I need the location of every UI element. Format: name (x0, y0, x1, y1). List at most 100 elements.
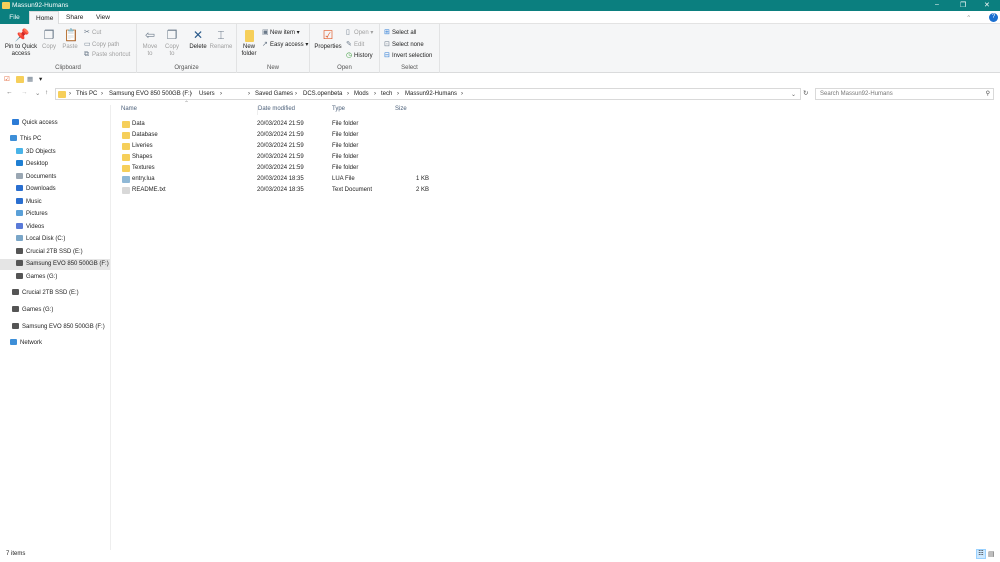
rename-button[interactable]: ⌶ Rename (209, 28, 233, 51)
nav-item-local-disk-c-[interactable]: Local Disk (C:) (16, 234, 65, 245)
rename-icon: ⌶ (217, 28, 225, 42)
nav-item-downloads[interactable]: Downloads (16, 184, 56, 195)
select-all-button[interactable]: ⊞ Select all (384, 28, 416, 36)
properties-qat-icon[interactable]: ☑ (4, 75, 10, 83)
nav-item-pictures[interactable]: Pictures (16, 209, 48, 220)
tab-file[interactable]: File (0, 11, 29, 24)
cut-button[interactable]: ✂ Cut (84, 28, 101, 36)
select-none-button[interactable]: ⊡ Select none (384, 40, 424, 48)
copy-button[interactable]: ❐ Copy (40, 28, 58, 51)
tab-home[interactable]: Home (29, 11, 59, 24)
copy-to-icon: ❐ (166, 28, 178, 42)
breadcrumb-drive[interactable]: Samsung EVO 850 500GB (F:) (109, 91, 192, 97)
file-name: Shapes (132, 154, 153, 160)
nav-icon (16, 160, 23, 167)
search-input[interactable]: Search Massun92-Humans ⚲ (815, 88, 994, 100)
file-date: 20/03/2024 21:59 (257, 132, 304, 138)
file-row[interactable]: entry.lua 20/03/2024 18:35 LUA File 1 KB (121, 174, 441, 185)
nav-item-quick-access[interactable]: Quick access (12, 118, 58, 129)
breadcrumb-users[interactable]: Users (199, 91, 215, 97)
nav-item-documents[interactable]: Documents (16, 172, 56, 183)
customize-qat-icon[interactable]: ▾ (39, 75, 42, 83)
nav-item-label: Pictures (26, 211, 48, 217)
nav-item-samsung-evo-850-500gb-f-[interactable]: Samsung EVO 850 500GB (F:) (12, 322, 105, 333)
breadcrumb-this-pc[interactable]: This PC (76, 91, 97, 97)
invert-selection-button[interactable]: ⊟ Invert selection (384, 51, 432, 59)
address-input[interactable]: › This PC › Samsung EVO 850 500GB (F:) ›… (55, 88, 801, 100)
history-button[interactable]: ◷ History (346, 51, 373, 59)
column-header-type[interactable]: Type (332, 106, 345, 115)
nav-icon (16, 148, 23, 155)
up-button[interactable]: ↑ (45, 89, 48, 96)
nav-item-music[interactable]: Music (16, 197, 42, 208)
nav-item-3d-objects[interactable]: 3D Objects (16, 147, 56, 158)
nav-item-samsung-evo-850-500gb-f-[interactable]: Samsung EVO 850 500GB (F:) (0, 259, 110, 270)
tab-share[interactable]: Share (60, 11, 89, 24)
nav-item-crucial-2tb-ssd-e-[interactable]: Crucial 2TB SSD (E:) (16, 247, 83, 258)
nav-item-crucial-2tb-ssd-e-[interactable]: Crucial 2TB SSD (E:) (12, 288, 79, 299)
nav-item-this-pc[interactable]: This PC (10, 134, 41, 145)
easy-access-button[interactable]: ↗ Easy access ▾ (262, 40, 308, 48)
file-row[interactable]: Data 20/03/2024 21:59 File folder (121, 119, 441, 130)
breadcrumb-mods[interactable]: Mods (354, 91, 369, 97)
nav-item-games-g-[interactable]: Games (G:) (12, 305, 53, 316)
open-button[interactable]: ▯ Open ▾ (346, 28, 373, 36)
search-icon: ⚲ (985, 91, 990, 97)
column-header-date[interactable]: Date modified (257, 106, 295, 115)
organize-group: ⇦ Move to ❐ Copy to ✕ Delete ⌶ Rename Organi… (137, 24, 237, 73)
maximize-button[interactable]: ❐ (960, 1, 966, 9)
forward-button[interactable]: → (21, 89, 28, 96)
details-view-button[interactable]: ☷ (976, 549, 986, 559)
delete-x-icon: ✕ (192, 28, 204, 42)
file-row[interactable]: Database 20/03/2024 21:59 File folder (121, 130, 441, 141)
file-row[interactable]: Liveries 20/03/2024 21:59 File folder (121, 141, 441, 152)
edit-button[interactable]: ✎ Edit (346, 40, 364, 48)
column-header-size[interactable]: Size (395, 106, 407, 115)
nav-item-desktop[interactable]: Desktop (16, 159, 48, 170)
column-header-name[interactable]: Name (121, 106, 137, 115)
file-date: 20/03/2024 21:59 (257, 165, 304, 171)
file-type: File folder (332, 165, 359, 171)
move-to-button[interactable]: ⇦ Move to (140, 28, 160, 58)
breadcrumb-current[interactable]: Massun92-Humans (405, 91, 457, 97)
new-folder-qat-icon[interactable] (16, 76, 24, 83)
address-dropdown-icon[interactable]: ⌄ (791, 91, 796, 98)
file-icon (122, 187, 130, 194)
edit-icon: ✎ (346, 41, 352, 48)
breadcrumb-saved-games[interactable]: Saved Games (255, 91, 293, 97)
collapse-ribbon-icon[interactable]: ⌃ (966, 14, 971, 22)
large-icons-view-button[interactable]: ▤ (988, 550, 995, 558)
nav-item-videos[interactable]: Videos (16, 222, 44, 233)
new-item-button[interactable]: ▣New item ▾ (262, 28, 300, 36)
refresh-button[interactable]: ↻ (803, 89, 808, 97)
pin-to-quick-access-button[interactable]: 📌 Pin to Quick access (2, 28, 40, 58)
delete-button[interactable]: ✕ Delete (187, 28, 209, 51)
back-button[interactable]: ← (6, 89, 13, 96)
nav-icon (12, 119, 19, 126)
minimize-button[interactable]: – (935, 1, 939, 8)
paste-button[interactable]: 📋 Paste (61, 28, 79, 51)
nav-icon (10, 135, 17, 142)
file-type: Text Document (332, 187, 373, 193)
folder-icon (122, 154, 130, 161)
help-icon[interactable]: ? (989, 13, 998, 22)
file-row[interactable]: Textures 20/03/2024 21:59 File folder (121, 163, 441, 174)
recycle-bin-qat-icon[interactable]: ▦ (27, 75, 33, 83)
scissors-icon: ✂ (84, 29, 90, 36)
breadcrumb-tech[interactable]: tech (381, 91, 392, 97)
copy-path-button[interactable]: ▭Copy path (84, 40, 119, 48)
tab-view[interactable]: View (90, 11, 116, 24)
paste-shortcut-button[interactable]: ⧉ Paste shortcut (84, 51, 130, 59)
copy-to-button[interactable]: ❐ Copy to (162, 28, 182, 58)
nav-item-network[interactable]: Network (10, 338, 42, 349)
close-button[interactable]: ✕ (984, 1, 990, 9)
properties-button[interactable]: ☑ Properties (312, 28, 344, 51)
nav-item-games-g-[interactable]: Games (G:) (16, 272, 57, 283)
new-folder-button[interactable]: New folder (239, 28, 259, 58)
file-date: 20/03/2024 21:59 (257, 154, 304, 160)
nav-item-label: Samsung EVO 850 500GB (F:) (26, 261, 109, 267)
file-row[interactable]: Shapes 20/03/2024 21:59 File folder (121, 152, 441, 163)
file-row[interactable]: README.txt 20/03/2024 18:35 Text Document 2… (121, 185, 441, 196)
recent-locations-button[interactable]: ⌄ (35, 89, 40, 97)
breadcrumb-dcs[interactable]: DCS.openbeta (303, 91, 342, 97)
